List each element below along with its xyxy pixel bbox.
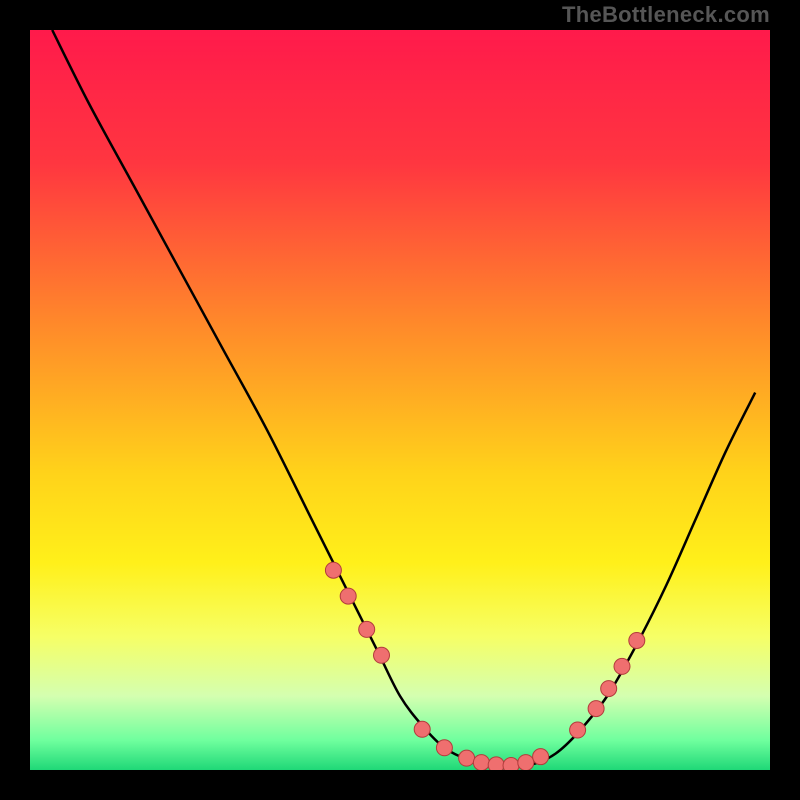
curve-marker <box>570 722 586 738</box>
curve-marker <box>359 621 375 637</box>
curve-marker <box>533 749 549 765</box>
curve-marker <box>414 721 430 737</box>
curve-marker <box>436 740 452 756</box>
curve-marker <box>459 750 475 766</box>
curve-marker <box>488 757 504 770</box>
curve-marker <box>340 588 356 604</box>
bottleneck-chart <box>30 30 770 770</box>
chart-frame <box>30 30 770 770</box>
gradient-background <box>30 30 770 770</box>
curve-marker <box>473 755 489 770</box>
curve-marker <box>629 633 645 649</box>
watermark: TheBottleneck.com <box>562 2 770 28</box>
curve-marker <box>325 562 341 578</box>
curve-marker <box>588 701 604 717</box>
curve-marker <box>614 658 630 674</box>
curve-marker <box>374 647 390 663</box>
curve-marker <box>503 758 519 770</box>
curve-marker <box>518 755 534 770</box>
curve-marker <box>601 681 617 697</box>
